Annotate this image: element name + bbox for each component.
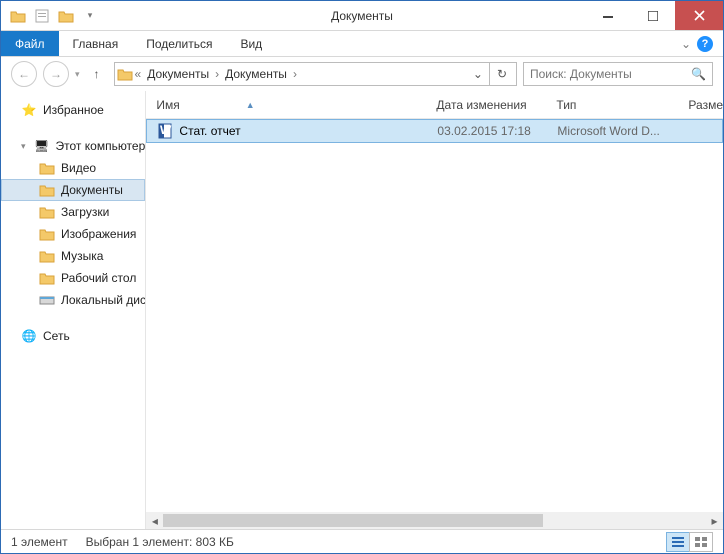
- folder-icon: [39, 182, 55, 198]
- scroll-track[interactable]: [163, 512, 706, 529]
- ribbon-tabs: Файл Главная Поделиться Вид ⌄ ?: [1, 31, 723, 57]
- icons-view-button[interactable]: [689, 532, 713, 552]
- scroll-left-icon[interactable]: ◂: [146, 512, 163, 529]
- view-switcher: [667, 532, 713, 552]
- folder-icon: [117, 66, 133, 82]
- title-bar: ▾ Документы: [1, 1, 723, 31]
- folder-icon: [39, 204, 55, 220]
- navigation-pane: ⭐ Избранное 🖥 Этот компьютер Видео Докум…: [1, 91, 146, 529]
- tab-share[interactable]: Поделиться: [132, 31, 226, 56]
- tab-home[interactable]: Главная: [59, 31, 133, 56]
- file-name: Стат. отчет: [179, 124, 240, 138]
- svg-text:W: W: [160, 123, 172, 137]
- status-bar: 1 элемент Выбран 1 элемент: 803 КБ: [1, 529, 723, 553]
- tab-view[interactable]: Вид: [226, 31, 276, 56]
- close-button[interactable]: [675, 1, 723, 30]
- tree-label: Музыка: [61, 249, 103, 263]
- star-icon: ⭐: [21, 102, 37, 118]
- new-folder-icon[interactable]: [55, 5, 77, 27]
- tree-documents[interactable]: Документы: [1, 179, 145, 201]
- address-bar[interactable]: « Документы › Документы › ⌄ ↻: [114, 62, 517, 86]
- breadcrumb[interactable]: Документы: [143, 67, 213, 81]
- tree-label: Избранное: [43, 103, 104, 117]
- ribbon-right: ⌄ ?: [681, 31, 723, 56]
- file-list: Имя ▲ Дата изменения Тип Разме W Стат. о…: [146, 91, 723, 529]
- expand-ribbon-icon[interactable]: ⌄: [681, 37, 691, 51]
- tree-pictures[interactable]: Изображения: [1, 223, 145, 245]
- qat-dropdown-icon[interactable]: ▾: [79, 5, 101, 27]
- column-headers: Имя ▲ Дата изменения Тип Разме: [146, 91, 723, 119]
- tree-downloads[interactable]: Загрузки: [1, 201, 145, 223]
- tree-label: Видео: [61, 161, 96, 175]
- scroll-thumb[interactable]: [163, 514, 543, 527]
- quick-access-toolbar: ▾: [1, 5, 107, 27]
- sort-ascending-icon: ▲: [246, 100, 255, 110]
- tree-label: Документы: [61, 183, 123, 197]
- folder-icon: [39, 270, 55, 286]
- chevron-right-icon[interactable]: ›: [213, 67, 221, 81]
- tree-label: Загрузки: [61, 205, 109, 219]
- breadcrumb[interactable]: Документы: [221, 67, 291, 81]
- minimize-button[interactable]: [585, 1, 630, 30]
- address-dropdown-icon[interactable]: ⌄: [467, 67, 489, 81]
- forward-button[interactable]: →: [43, 61, 69, 87]
- tree-this-pc[interactable]: 🖥 Этот компьютер: [1, 135, 145, 157]
- tree-label: Рабочий стол: [61, 271, 136, 285]
- scroll-right-icon[interactable]: ▸: [706, 512, 723, 529]
- search-box[interactable]: 🔍: [523, 62, 713, 86]
- window-controls: [585, 1, 723, 30]
- computer-icon: 🖥: [34, 138, 50, 154]
- chevron-left-icon[interactable]: «: [133, 67, 144, 81]
- network-icon: 🌐: [21, 328, 37, 344]
- word-document-icon: W: [157, 123, 173, 139]
- chevron-right-icon[interactable]: ›: [291, 67, 299, 81]
- folder-icon[interactable]: [7, 5, 29, 27]
- search-icon[interactable]: 🔍: [691, 67, 706, 81]
- file-type: Microsoft Word D...: [557, 124, 689, 138]
- help-icon[interactable]: ?: [697, 36, 713, 52]
- up-button[interactable]: ↑: [86, 63, 108, 85]
- column-type[interactable]: Тип: [556, 98, 688, 112]
- tree-network[interactable]: 🌐 Сеть: [1, 325, 145, 347]
- folder-icon: [39, 160, 55, 176]
- tree-desktop[interactable]: Рабочий стол: [1, 267, 145, 289]
- tree-label: Локальный диск (C: [61, 293, 146, 307]
- details-view-button[interactable]: [666, 532, 690, 552]
- folder-icon: [39, 226, 55, 242]
- status-count: 1 элемент: [11, 535, 68, 549]
- window-title: Документы: [331, 9, 393, 23]
- tree-label: Сеть: [43, 329, 70, 343]
- folder-icon: [39, 248, 55, 264]
- column-name[interactable]: Имя ▲: [156, 98, 436, 112]
- tree-label: Этот компьютер: [56, 139, 146, 153]
- horizontal-scrollbar[interactable]: ◂ ▸: [146, 512, 723, 529]
- tree-local-disk[interactable]: Локальный диск (C: [1, 289, 145, 311]
- address-row: ← → ▾ ↑ « Документы › Документы › ⌄ ↻ 🔍: [1, 57, 723, 91]
- maximize-button[interactable]: [630, 1, 675, 30]
- file-row[interactable]: W Стат. отчет 03.02.2015 17:18 Microsoft…: [146, 119, 723, 143]
- column-date[interactable]: Дата изменения: [436, 98, 556, 112]
- tree-videos[interactable]: Видео: [1, 157, 145, 179]
- tab-file[interactable]: Файл: [1, 31, 59, 56]
- tree-favorites[interactable]: ⭐ Избранное: [1, 99, 145, 121]
- column-size[interactable]: Разме: [688, 98, 723, 112]
- search-input[interactable]: [530, 67, 691, 81]
- tree-label: Изображения: [61, 227, 136, 241]
- status-selection: Выбран 1 элемент: 803 КБ: [86, 535, 234, 549]
- properties-icon[interactable]: [31, 5, 53, 27]
- file-date: 03.02.2015 17:18: [437, 124, 557, 138]
- tree-music[interactable]: Музыка: [1, 245, 145, 267]
- main-area: ⭐ Избранное 🖥 Этот компьютер Видео Докум…: [1, 91, 723, 529]
- drive-icon: [39, 292, 55, 308]
- column-label: Имя: [156, 98, 179, 112]
- recent-locations-icon[interactable]: ▾: [75, 69, 80, 80]
- back-button[interactable]: ←: [11, 61, 37, 87]
- refresh-button[interactable]: ↻: [489, 63, 514, 85]
